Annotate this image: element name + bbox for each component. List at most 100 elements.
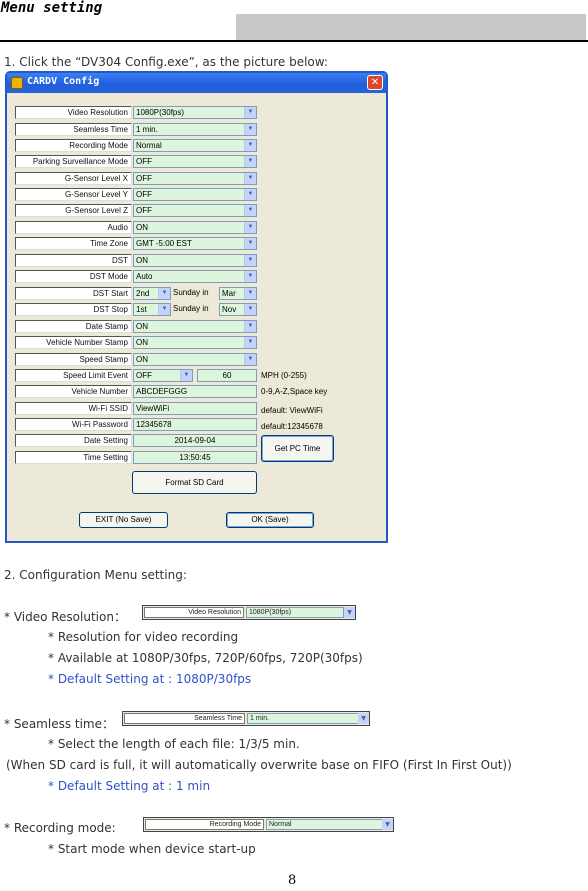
seamless-time-inline-control: Seamless Time 1 min. ▼ xyxy=(122,711,370,726)
setting-label: DST Start xyxy=(15,287,132,300)
input-hint: default: ViewWiFi xyxy=(261,406,323,415)
settings-row: Vehicle Number Stamp ON ▼ xyxy=(15,336,385,349)
settings-row: Parking Surveillance Mode OFF ▼ xyxy=(15,155,385,168)
select-text: Auto xyxy=(136,272,153,281)
setting-select[interactable]: 1080P(30fps) ▼ xyxy=(133,106,257,119)
datetime-input[interactable]: 13:50:45 xyxy=(133,451,257,464)
datetime-input[interactable]: 2014-09-04 xyxy=(133,434,257,447)
chevron-down-icon: ▼ xyxy=(244,304,256,315)
select-text: ON xyxy=(136,355,148,364)
text-input[interactable]: 12345678 xyxy=(133,418,257,431)
text-input[interactable]: ViewWiFi xyxy=(133,402,257,415)
seamless-note: (When SD card is full, it will automatic… xyxy=(6,758,512,772)
chevron-down-icon: ▼ xyxy=(244,222,256,233)
setting-label: DST Stop xyxy=(15,303,132,316)
setting-select[interactable]: ON ▼ xyxy=(133,320,257,333)
inline-label: Video Resolution xyxy=(144,607,244,618)
window-titlebar: CARDV Config ✕ xyxy=(7,73,386,93)
video-bullet-2: * Available at 1080P/30fps, 720P/60fps, … xyxy=(48,651,363,665)
setting-label: Seamless Time xyxy=(15,123,132,136)
chevron-down-icon: ▼ xyxy=(244,238,256,249)
chevron-down-icon: ▼ xyxy=(244,271,256,282)
select-text: GMT -5:00 EST xyxy=(136,239,192,248)
setting-select[interactable]: Normal ▼ xyxy=(133,139,257,152)
setting-label: Date Stamp xyxy=(15,320,132,333)
chevron-down-icon: ▼ xyxy=(180,370,192,381)
setting-label: Vehicle Number Stamp xyxy=(15,336,132,349)
seamless-bullet-1: * Select the length of each file: 1/3/5 … xyxy=(48,737,300,751)
settings-row: G-Sensor Level Z OFF ▼ xyxy=(15,204,385,217)
recording-mode-inline-control: Recording Mode Normal ▼ xyxy=(143,817,394,832)
month-select[interactable]: Nov ▼ xyxy=(219,303,257,316)
recording-mode-heading: * Recording mode: xyxy=(4,821,116,835)
chevron-down-icon: ▼ xyxy=(382,819,393,830)
setting-label: G-Sensor Level X xyxy=(15,172,132,185)
setting-label: Time Setting xyxy=(15,451,132,464)
setting-label: Speed Stamp xyxy=(15,353,132,366)
setting-label: Date Setting xyxy=(15,434,132,447)
chevron-down-icon: ▼ xyxy=(244,189,256,200)
week-select[interactable]: 1st ▼ xyxy=(133,303,171,316)
header-rule xyxy=(0,40,588,42)
window-title: CARDV Config xyxy=(27,76,100,87)
inline-value: 1 min. xyxy=(247,713,359,724)
settings-row: Wi-Fi SSID ViewWiFi default: ViewWiFi xyxy=(15,402,385,415)
select-text: ON xyxy=(136,338,148,347)
setting-select[interactable]: Auto ▼ xyxy=(133,270,257,283)
page-number: 8 xyxy=(288,873,297,888)
inline-value: 1080P(30fps) xyxy=(246,607,344,618)
setting-select[interactable]: ON ▼ xyxy=(133,221,257,234)
chevron-down-icon: ▼ xyxy=(244,173,256,184)
close-icon[interactable]: ✕ xyxy=(367,75,383,90)
inline-label: Seamless Time xyxy=(124,713,245,724)
select-text: ON xyxy=(136,223,148,232)
setting-select[interactable]: OFF ▼ xyxy=(133,155,257,168)
inline-label: Recording Mode xyxy=(145,819,264,830)
chevron-down-icon: ▼ xyxy=(244,205,256,216)
chevron-down-icon: ▼ xyxy=(244,255,256,266)
format-sd-card-button[interactable]: Format SD Card xyxy=(132,471,257,494)
input-hint: default:12345678 xyxy=(261,422,323,431)
settings-row: Speed Limit Event OFF ▼ 60 MPH (0-255) xyxy=(15,369,385,382)
chevron-down-icon: ▼ xyxy=(358,713,369,724)
select-text: ON xyxy=(136,322,148,331)
setting-select[interactable]: ON ▼ xyxy=(133,336,257,349)
header-bar xyxy=(236,14,586,40)
month-select[interactable]: Mar ▼ xyxy=(219,287,257,300)
setting-select[interactable]: ON ▼ xyxy=(133,353,257,366)
select-text: Normal xyxy=(136,141,162,150)
speed-limit-input[interactable]: 60 xyxy=(197,369,257,382)
video-default: * Default Setting at : 1080P/30fps xyxy=(48,672,252,686)
select-text: 1 min. xyxy=(136,125,158,134)
get-pc-time-button[interactable]: Get PC Time xyxy=(261,435,334,462)
setting-label: Speed Limit Event xyxy=(15,369,132,382)
setting-label: Recording Mode xyxy=(15,139,132,152)
setting-select[interactable]: ON ▼ xyxy=(133,254,257,267)
setting-select[interactable]: 1 min. ▼ xyxy=(133,123,257,136)
setting-label: Vehicle Number xyxy=(15,385,132,398)
ok-save-button[interactable]: OK (Save) xyxy=(226,512,314,528)
select-text: OFF xyxy=(136,190,152,199)
setting-label: DST Mode xyxy=(15,270,132,283)
chevron-down-icon: ▼ xyxy=(344,607,355,618)
text-input[interactable]: ABCDEFGGG xyxy=(133,385,257,398)
setting-select[interactable]: OFF ▼ xyxy=(133,188,257,201)
setting-select[interactable]: GMT -5:00 EST ▼ xyxy=(133,237,257,250)
setting-select[interactable]: OFF ▼ xyxy=(133,204,257,217)
setting-label: G-Sensor Level Z xyxy=(15,204,132,217)
config-window: CARDV Config ✕ Video Resolution 1080P(30f… xyxy=(5,71,388,543)
exit-no-save-button[interactable]: EXIT (No Save) xyxy=(79,512,168,528)
setting-label: Parking Surveillance Mode xyxy=(15,155,132,168)
chevron-down-icon: ▼ xyxy=(244,107,256,118)
settings-row: DST Start 2nd ▼ Sunday in Mar ▼ xyxy=(15,287,385,300)
chevron-down-icon: ▼ xyxy=(244,321,256,332)
setting-label: G-Sensor Level Y xyxy=(15,188,132,201)
inline-value: Normal xyxy=(266,819,383,830)
setting-label: Wi-Fi Password xyxy=(15,418,132,431)
video-bullet-1: * Resolution for video recording xyxy=(48,630,239,644)
setting-select[interactable]: OFF ▼ xyxy=(133,172,257,185)
app-icon xyxy=(11,77,23,89)
week-select[interactable]: 2nd ▼ xyxy=(133,287,171,300)
chevron-down-icon: ▼ xyxy=(244,156,256,167)
speed-limit-select[interactable]: OFF ▼ xyxy=(133,369,193,382)
